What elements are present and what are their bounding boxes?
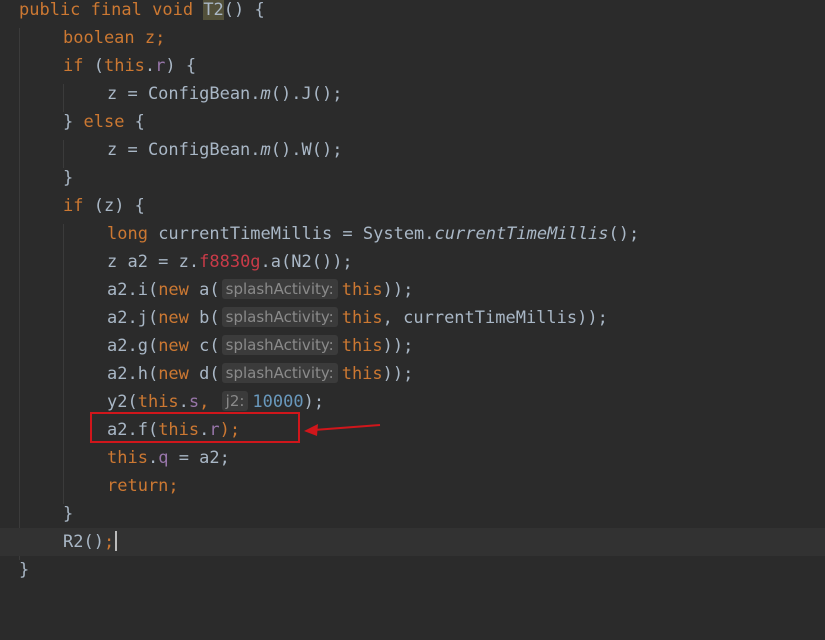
code-text: ().J();	[270, 84, 343, 104]
code-text: ));	[382, 364, 414, 384]
code-text: b(	[188, 308, 220, 328]
code-text: a2.i(	[107, 280, 159, 300]
text-caret	[115, 531, 118, 551]
code-text: );	[303, 392, 325, 412]
code-line[interactable]: a2.i(new a(splashActivity: this));	[0, 276, 825, 304]
highlight-box	[90, 412, 300, 443]
code-text: }	[63, 504, 74, 524]
field-ref: q	[158, 448, 169, 468]
code-line[interactable]: a2.h(new d(splashActivity: this));	[0, 360, 825, 388]
current-code-line[interactable]: R2();	[0, 528, 825, 556]
code-text: ;	[103, 532, 115, 552]
code-line[interactable]: z = ConfigBean.m().J();	[0, 80, 825, 108]
code-line[interactable]: z = ConfigBean.m().W();	[0, 136, 825, 164]
keyword: this	[341, 280, 383, 300]
code-text: a2.j(	[107, 308, 159, 328]
code-line[interactable]: if (z) {	[0, 192, 825, 220]
code-line[interactable]: }	[0, 556, 825, 584]
code-line[interactable]: a2.j(new b(splashActivity: this, currentT…	[0, 304, 825, 332]
static-method: currentTimeMillis	[434, 224, 609, 244]
keyword: void	[152, 0, 194, 20]
keyword: this	[103, 56, 145, 76]
code-text: (z) {	[83, 196, 145, 216]
code-text: ;	[168, 476, 179, 496]
code-text: a2.g(	[107, 336, 159, 356]
code-text: .	[178, 392, 189, 412]
code-line[interactable]: }	[0, 164, 825, 192]
keyword: new	[158, 280, 189, 300]
field-ref: s	[188, 392, 200, 412]
code-line[interactable]: return;	[0, 472, 825, 500]
code-text: }	[19, 560, 30, 580]
code-editor[interactable]: public final void T2() { boolean z; if (…	[0, 0, 825, 594]
parameter-hint: splashActivity:	[221, 363, 338, 383]
code-text: ().W();	[270, 140, 343, 160]
code-text: ,	[199, 392, 220, 412]
code-text: }	[63, 112, 84, 132]
parameter-hint: j2:	[221, 391, 249, 411]
code-text: (	[83, 56, 104, 76]
code-text: {	[124, 112, 145, 132]
method-name[interactable]: T2	[203, 0, 224, 20]
code-text: z;	[134, 28, 166, 48]
code-line[interactable]: a2.g(new c(splashActivity: this));	[0, 332, 825, 360]
parameter-hint: splashActivity:	[221, 335, 338, 355]
code-line[interactable]: long currentTimeMillis = System.currentT…	[0, 220, 825, 248]
code-text: .	[144, 56, 156, 76]
code-text: R2()	[63, 532, 104, 552]
code-text: a2.h(	[107, 364, 159, 384]
keyword: this	[341, 364, 383, 384]
field-ref: r	[155, 56, 166, 76]
keyword: this	[107, 448, 148, 468]
code-text: currentTimeMillis = System.	[147, 224, 435, 244]
static-method: m	[260, 84, 271, 104]
code-text: }	[63, 168, 74, 188]
arrow-left-icon	[304, 424, 381, 436]
code-text: , currentTimeMillis));	[382, 308, 608, 328]
keyword: long	[107, 224, 148, 244]
keyword: this	[341, 308, 383, 328]
static-method: m	[260, 140, 271, 160]
code-text: z = ConfigBean.	[107, 140, 261, 160]
code-text: ();	[608, 224, 640, 244]
code-text: d(	[188, 364, 220, 384]
code-text: .	[147, 448, 159, 468]
keyword: final	[90, 0, 142, 20]
code-text: () {	[223, 0, 265, 20]
code-text: c(	[188, 336, 220, 356]
code-line[interactable]: z a2 = z.f8830g.a(N2());	[0, 248, 825, 276]
code-text: .a(N2());	[260, 252, 353, 272]
keyword: boolean	[63, 28, 135, 48]
keyword: return	[107, 476, 169, 496]
keyword: this	[137, 392, 179, 412]
parameter-hint: splashActivity:	[221, 279, 338, 299]
code-line[interactable]: } else {	[0, 108, 825, 136]
parameter-hint: splashActivity:	[221, 307, 338, 327]
code-text: a(	[188, 280, 220, 300]
keyword: this	[341, 336, 383, 356]
code-line[interactable]: if (this.r) {	[0, 52, 825, 80]
keyword: new	[158, 364, 189, 384]
keyword: if	[63, 196, 84, 216]
code-line[interactable]: public final void T2() {	[0, 0, 825, 24]
code-text: y2(	[107, 392, 138, 412]
number-literal: 10000	[252, 392, 304, 412]
code-text: = a2;	[168, 448, 230, 468]
keyword: public	[19, 0, 81, 20]
code-text: z = ConfigBean.	[107, 84, 261, 104]
code-text: ));	[382, 280, 414, 300]
code-text: z a2 = z.	[107, 252, 200, 272]
keyword: new	[158, 308, 189, 328]
keyword: if	[63, 56, 84, 76]
code-text: ) {	[165, 56, 197, 76]
field-ref: f8830g	[199, 252, 261, 272]
code-line[interactable]: }	[0, 500, 825, 528]
code-line[interactable]: boolean z;	[0, 24, 825, 52]
keyword: else	[83, 112, 125, 132]
code-text: ));	[382, 336, 414, 356]
code-line[interactable]: this.q = a2;	[0, 444, 825, 472]
keyword: new	[158, 336, 189, 356]
